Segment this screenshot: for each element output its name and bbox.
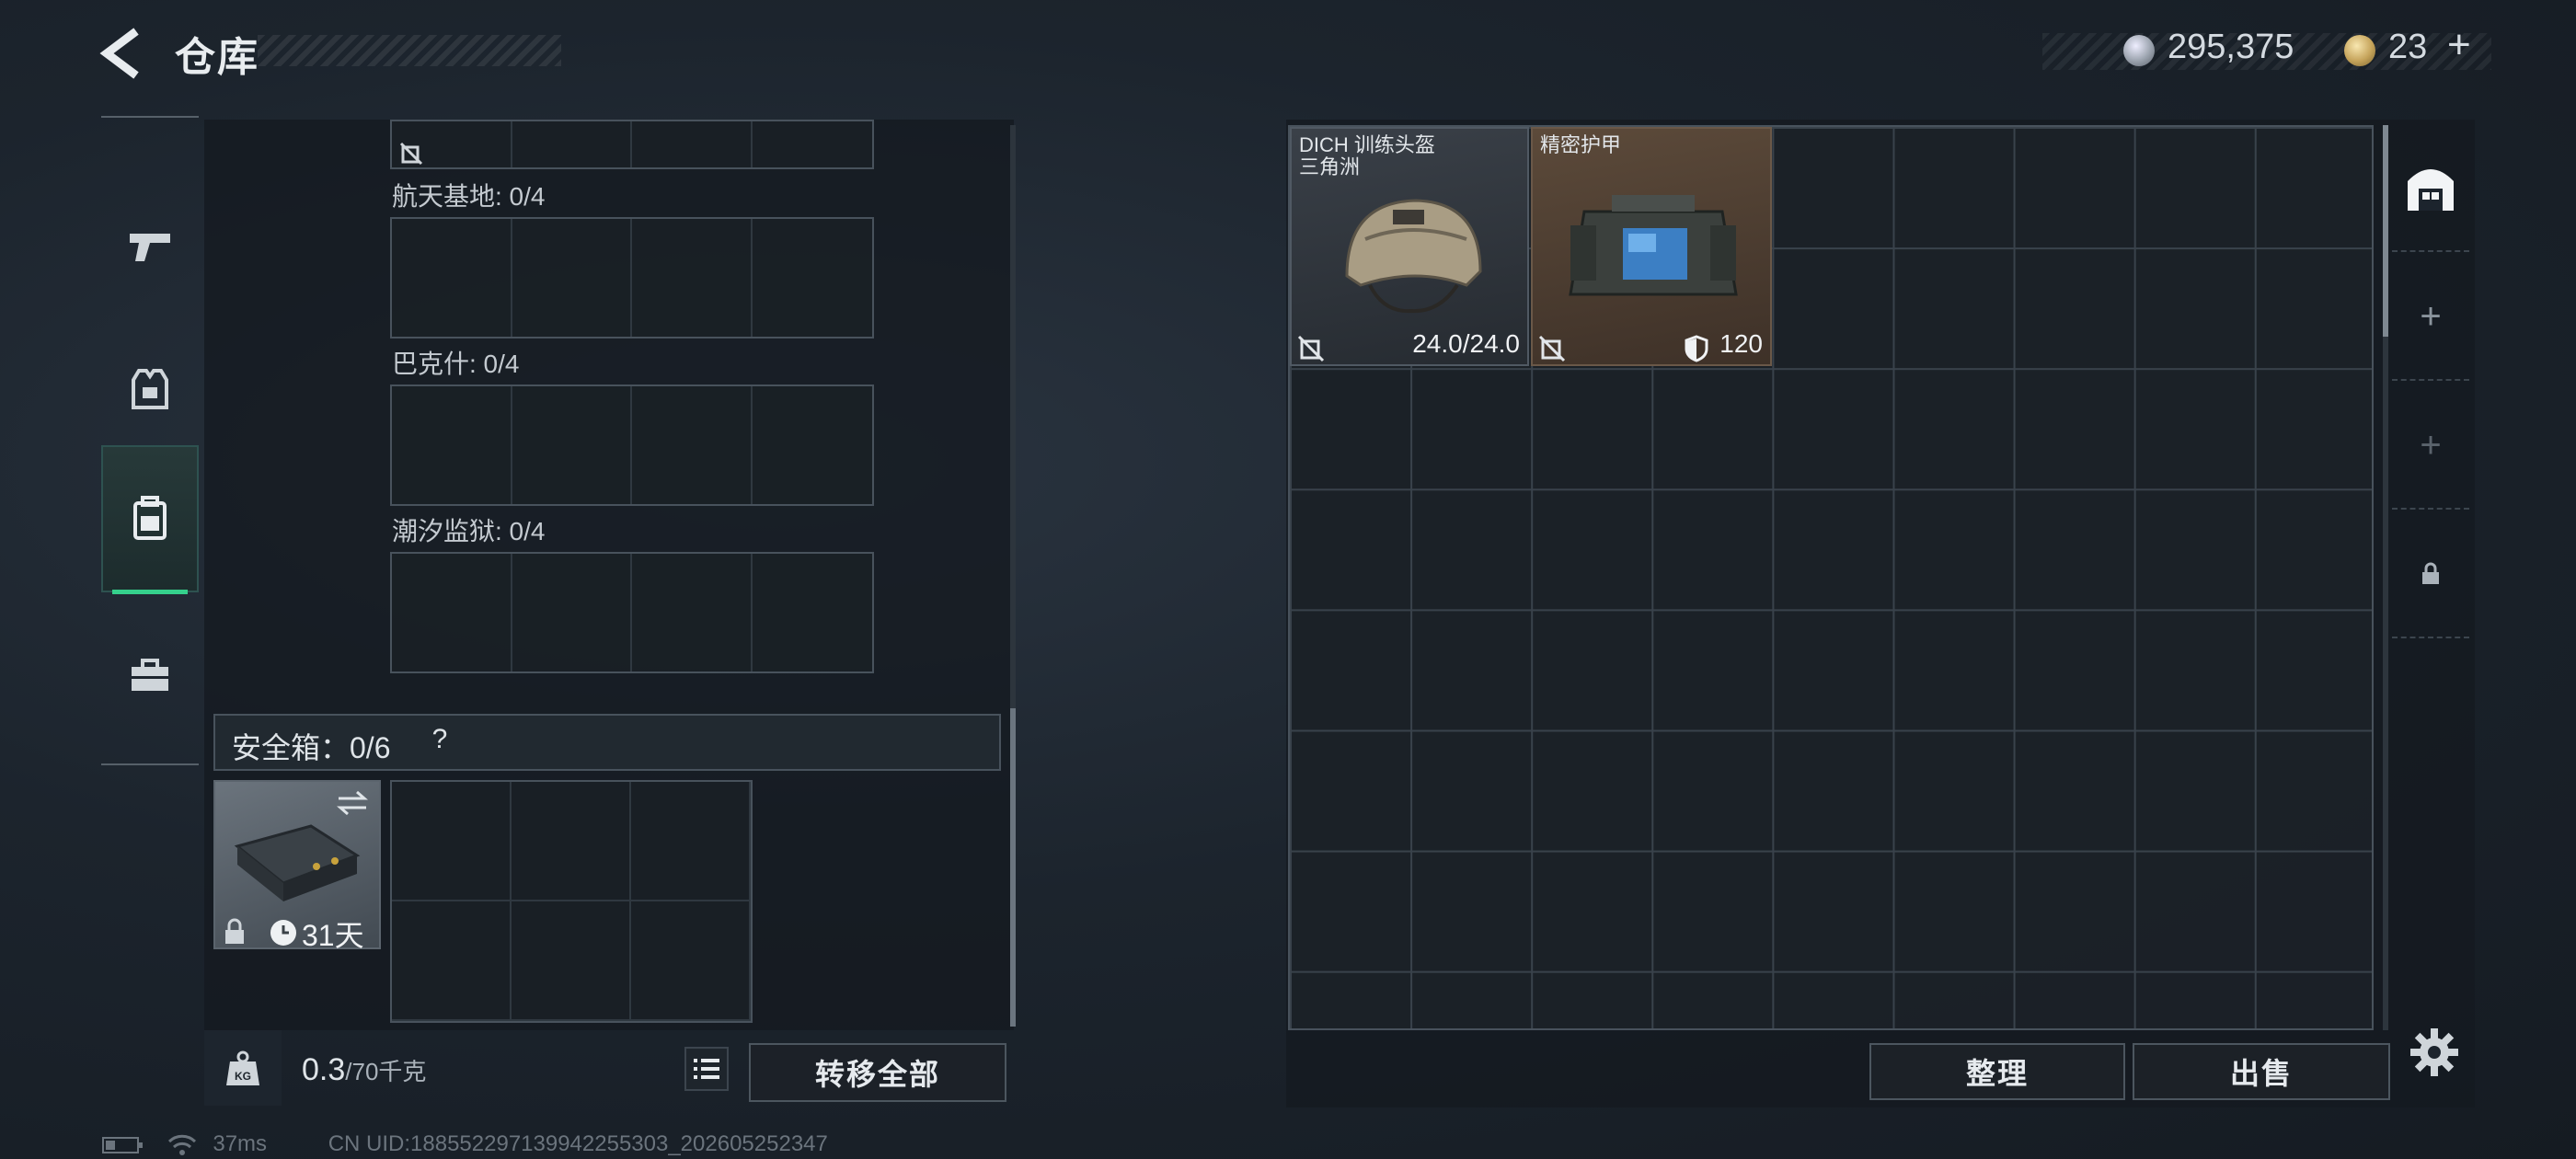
left-scrollbar-thumb[interactable] (1010, 708, 1016, 1027)
sort-button[interactable]: 整理 (1869, 1043, 2125, 1100)
tab-armor[interactable] (101, 316, 199, 464)
battery-icon (102, 1136, 143, 1153)
shield-icon (1685, 335, 1708, 362)
add-currency-button[interactable]: + (2447, 22, 2471, 68)
grid-cell[interactable] (512, 782, 631, 901)
help-icon[interactable]: ? (421, 721, 458, 758)
grid-cell[interactable] (632, 386, 753, 504)
storage-scrollbar-thumb[interactable] (2383, 125, 2388, 337)
gold-coin-icon (2344, 35, 2375, 66)
safe-box-case-item[interactable]: 31天 (213, 780, 381, 952)
grid-cell[interactable] (512, 901, 631, 1021)
sell-button[interactable]: 出售 (2133, 1043, 2390, 1100)
list-view-button[interactable] (684, 1047, 729, 1091)
map-grid-aerospace (390, 217, 874, 339)
item-precision-armor[interactable]: 精密护甲 120 (1531, 127, 1772, 366)
grid-cell[interactable] (753, 386, 873, 504)
item-helmet-durability: 24.0/24.0 (1412, 329, 1520, 358)
weight-current: 0.3 (302, 1052, 346, 1087)
partial-grid (390, 120, 874, 169)
back-button[interactable] (99, 28, 145, 79)
grid-cell[interactable] (631, 782, 751, 901)
no-insure-icon (1297, 335, 1325, 362)
uid-text: CN UID:188552297139942255303_20260525234… (328, 1131, 828, 1156)
grid-cell[interactable] (392, 901, 512, 1021)
grid-cell[interactable] (512, 386, 632, 504)
item-helmet-name-line1: DICH 训练头盔 (1299, 133, 1435, 156)
safe-box-label: 安全箱：0/6 (232, 731, 391, 764)
wifi-icon (167, 1134, 196, 1155)
title-stripe (258, 35, 561, 66)
armor-image-icon (1569, 195, 1738, 296)
weight-indicator: KG (204, 1030, 282, 1106)
tab-tools[interactable] (101, 602, 199, 749)
item-helmet-name-line2: 三角洲 (1299, 155, 1361, 178)
map-grid-bakhsh (390, 384, 874, 506)
grid-cell[interactable] (753, 554, 873, 671)
add-storage-page-button[interactable]: + (2392, 254, 2469, 381)
grid-cell[interactable] (632, 121, 753, 167)
no-insure-icon (1538, 335, 1566, 362)
silver-coin-icon (2123, 35, 2155, 66)
no-insure-icon (399, 142, 423, 166)
item-helmet-name: DICH 训练头盔 三角洲 (1299, 134, 1435, 178)
tab-backpack[interactable] (101, 445, 199, 594)
grid-cell[interactable] (512, 554, 632, 671)
grid-cell[interactable] (631, 901, 751, 1021)
map-label-aerospace: 航天基地: 0/4 (392, 182, 546, 211)
category-tabs (101, 116, 199, 765)
safe-box-grid (390, 780, 753, 1023)
top-bar: 仓库 295,375 23 + (0, 0, 2576, 101)
silver-currency-amount: 295,375 (2168, 28, 2294, 66)
grid-cell[interactable] (392, 219, 512, 337)
armor-vest-icon (132, 369, 168, 409)
ping-text: 37ms (213, 1131, 268, 1156)
lock-icon (225, 918, 244, 944)
toolbox-icon (132, 659, 168, 691)
status-bar: 37ms CN UID:188552297139942255303_202605… (101, 1131, 828, 1157)
grid-cell[interactable] (512, 121, 632, 167)
grid-cell[interactable] (392, 782, 512, 901)
swap-icon (337, 790, 368, 816)
add-storage-page-disabled[interactable]: + (2392, 383, 2469, 510)
case-duration: 31天 (302, 919, 364, 952)
weight-kg-icon-text: KG (235, 1070, 251, 1083)
back-arrow-icon (99, 28, 139, 79)
case-image-icon (234, 824, 361, 901)
item-armor-durability: 120 (1719, 329, 1763, 358)
item-armor-name: 精密护甲 (1540, 133, 1622, 156)
grid-cell[interactable] (753, 219, 873, 337)
item-helmet[interactable]: DICH 训练头盔 三角洲 24.0/24.0 (1290, 127, 1529, 366)
helmet-image-icon (1345, 199, 1482, 314)
gold-currency-amount: 23 (2388, 28, 2428, 66)
list-icon (694, 1059, 719, 1079)
grid-cell[interactable] (632, 554, 753, 671)
grid-cell[interactable] (753, 121, 873, 167)
weight-readout: 0.3/70千克 (302, 1052, 426, 1088)
gear-icon (2410, 1028, 2458, 1076)
transfer-all-button[interactable]: 转移全部 (749, 1043, 1006, 1102)
tab-weapons[interactable] (101, 173, 199, 320)
lock-icon (2422, 562, 2439, 584)
grid-cell[interactable] (392, 554, 512, 671)
map-grid-tidal-prison (390, 552, 874, 673)
map-label-bakhsh: 巴克什: 0/4 (392, 350, 520, 378)
backpack-icon (133, 496, 167, 540)
pistol-icon (130, 234, 170, 261)
grid-cell[interactable] (512, 219, 632, 337)
warehouse-icon (2408, 169, 2454, 211)
locked-storage-page[interactable] (2392, 511, 2469, 638)
weight-kg-icon: KG (226, 1050, 259, 1085)
clock-icon (270, 920, 296, 946)
page-title: 仓库 (175, 35, 259, 80)
map-label-tidal-prison: 潮汐监狱: 0/4 (392, 517, 546, 545)
grid-cell[interactable] (392, 386, 512, 504)
storage-page-1[interactable] (2392, 125, 2469, 252)
weight-max: /70千克 (345, 1058, 427, 1085)
settings-button[interactable] (2407, 1025, 2462, 1080)
grid-cell[interactable] (392, 121, 512, 167)
grid-cell[interactable] (632, 219, 753, 337)
